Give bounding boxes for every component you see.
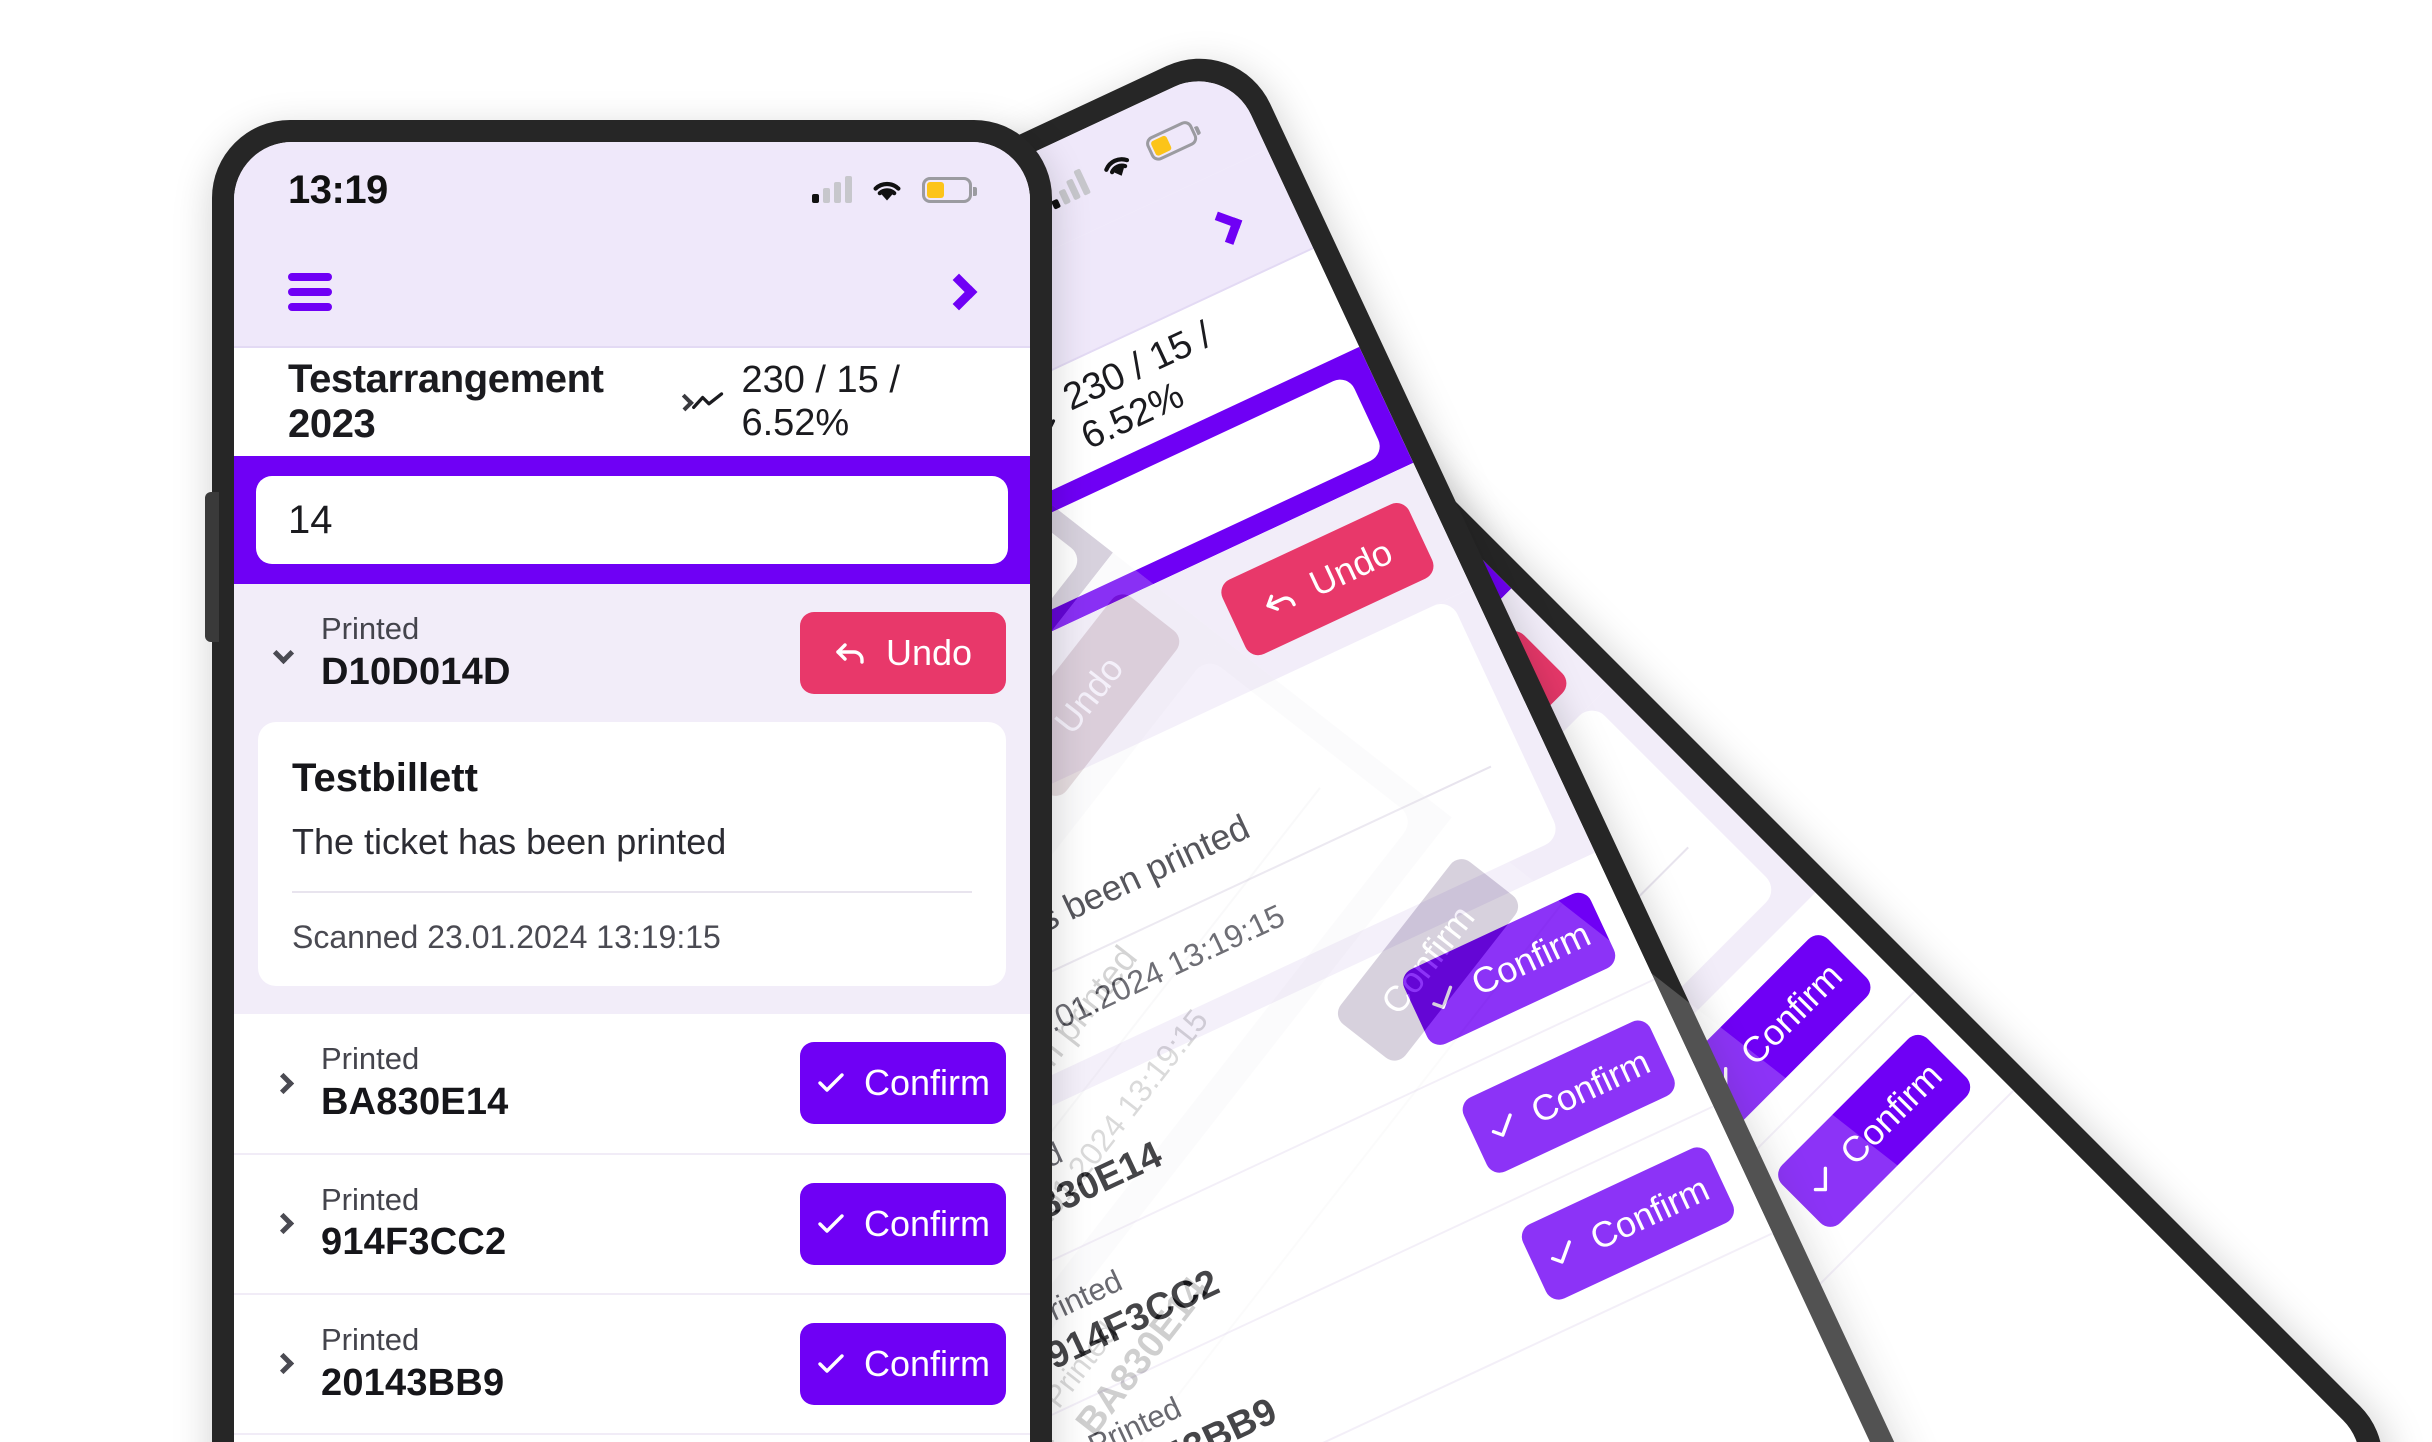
confirm-button-label: Confirm <box>863 1342 991 1384</box>
status-bar: 13:19 <box>234 142 1030 238</box>
status-bar-icons <box>812 176 977 203</box>
trending-up-icon <box>692 392 724 410</box>
chevron-right-icon[interactable] <box>272 1072 295 1094</box>
chevron-right-icon[interactable] <box>272 1353 295 1375</box>
ticket-code: 914F3CC2 <box>321 1221 507 1264</box>
ticket-detail-panel: Testbillett The ticket has been printed … <box>234 722 1030 1015</box>
ticket-detail-title: Testbillett <box>292 756 478 801</box>
battery-low-power-icon <box>1143 118 1200 164</box>
table-row[interactable]: Printed 914F3CC2 Confirm <box>234 1154 1030 1295</box>
undo-button-label: Undo <box>885 632 973 674</box>
ticket-info: Printed D10D014D <box>321 610 778 696</box>
mockup-stage: 13:19 Testarrangement 2023 <box>0 0 2432 1442</box>
wifi-icon <box>873 181 901 201</box>
chevron-right-icon[interactable] <box>1208 211 1243 245</box>
chevron-right-icon[interactable] <box>940 273 978 311</box>
event-selector[interactable]: Testarrangement 2023 <box>288 357 695 447</box>
check-icon <box>818 1354 844 1373</box>
table-row[interactable]: Printed 14723B1C Confirm <box>234 1435 1030 1442</box>
ticket-status: Printed <box>321 611 420 646</box>
phone-screen-front: 13:19 Testarrangement 2023 230 / 15 / 6.… <box>234 142 1030 1442</box>
chevron-down-icon[interactable] <box>272 642 295 664</box>
ticket-status: Printed <box>321 1041 420 1077</box>
search-band <box>234 456 1030 584</box>
ticket-code: BA830E14 <box>321 1081 509 1123</box>
status-bar-time: 13:19 <box>288 167 388 212</box>
ticket-detail-description: The ticket has been printed <box>292 821 727 863</box>
divider <box>292 891 972 894</box>
cellular-signal-icon <box>812 176 852 203</box>
confirm-button[interactable]: Confirm <box>800 1182 1006 1265</box>
phone-mockup-front: 13:19 Testarrangement 2023 230 / 15 / 6.… <box>205 120 1052 1442</box>
event-bar[interactable]: Testarrangement 2023 230 / 15 / 6.52% <box>234 348 1030 456</box>
undo-button[interactable]: Undo <box>800 612 1006 695</box>
confirm-button-label: Confirm <box>863 1202 991 1244</box>
confirm-button-label: Confirm <box>863 1062 991 1104</box>
ticket-list: Printed D10D014D Undo Testbillett The ti… <box>234 584 1030 1442</box>
confirm-button[interactable]: Confirm <box>800 1322 1006 1405</box>
event-stats-value: 230 / 15 / 6.52% <box>741 359 900 444</box>
ticket-status: Printed <box>321 1181 420 1217</box>
ticket-status: Printed <box>321 1321 420 1357</box>
ticket-info: Printed 914F3CC2 <box>321 1181 778 1267</box>
ticket-detail-card: Testbillett The ticket has been printed … <box>258 722 1006 987</box>
table-row[interactable]: Printed D10D014D Undo <box>234 584 1030 723</box>
hamburger-menu-icon[interactable] <box>288 273 332 311</box>
confirm-button[interactable]: Confirm <box>800 1042 1006 1125</box>
check-icon <box>818 1073 844 1093</box>
ticket-code: 20143BB9 <box>321 1361 505 1404</box>
event-title: Testarrangement 2023 <box>288 357 604 446</box>
ticket-detail-meta: Scanned 23.01.2024 13:19:15 <box>292 919 721 956</box>
ticket-info: Printed BA830E14 <box>321 1040 778 1126</box>
table-row[interactable]: Printed 20143BB9 Confirm <box>234 1294 1030 1435</box>
chevron-right-icon[interactable] <box>272 1213 295 1235</box>
undo-arrow-icon <box>836 643 864 664</box>
phone-side-button[interactable] <box>205 492 219 642</box>
table-row[interactable]: Printed BA830E14 Confirm <box>234 1014 1030 1155</box>
undo-arrow-icon <box>1266 594 1296 611</box>
event-stats: 230 / 15 / 6.52% <box>691 359 990 445</box>
search-input[interactable] <box>256 476 1008 564</box>
ticket-info: Printed 20143BB9 <box>321 1321 778 1407</box>
undo-button-label: Undo <box>1303 531 1399 605</box>
undo-button-label: Undo <box>1046 648 1132 742</box>
check-icon <box>818 1213 844 1233</box>
ticket-code: D10D014D <box>321 650 511 693</box>
battery-low-power-icon <box>922 177 977 203</box>
confirm-button-label: Confirm <box>1372 897 1483 1023</box>
app-bar <box>234 238 1030 348</box>
wifi-icon <box>1104 157 1130 176</box>
